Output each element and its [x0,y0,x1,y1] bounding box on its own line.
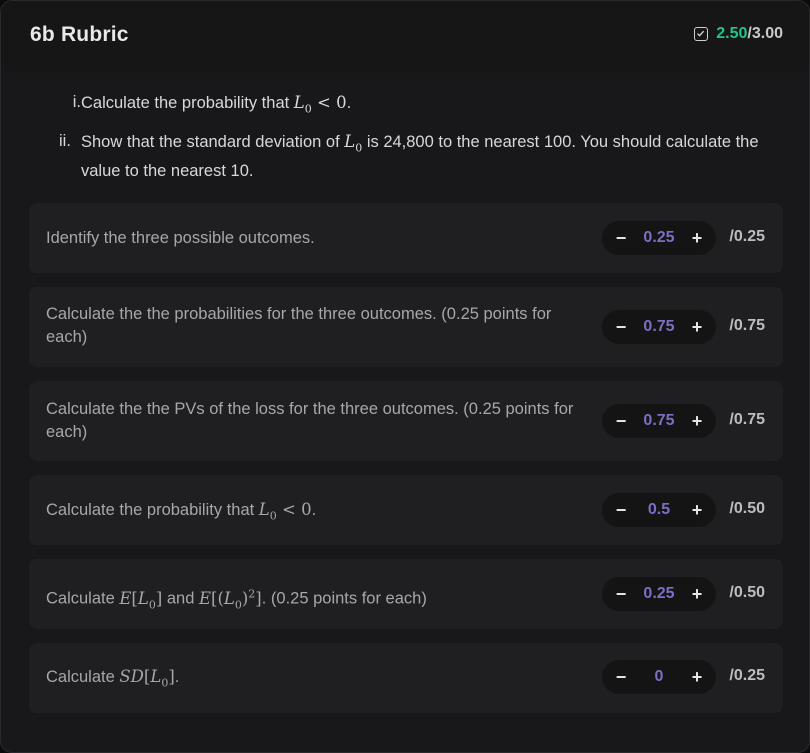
increment-button[interactable]: + [682,310,712,344]
score-value[interactable]: 0.25 [636,577,682,611]
score-max: /3.00 [747,25,783,42]
score-stepper: − 0.25 + [602,221,716,255]
rubric-item-label: Calculate the the probabilities for the … [46,305,552,346]
decrement-button[interactable]: − [606,310,636,344]
score-value[interactable]: 0.75 [636,404,682,438]
total-score: 2.50/3.00 [694,25,783,43]
score-value[interactable]: 0.25 [636,221,682,255]
decrement-button[interactable]: − [606,493,636,527]
max-points: /0.25 [729,667,765,684]
checkbox-icon [694,27,709,41]
max-points: /0.75 [729,411,765,428]
decrement-button[interactable]: − [606,577,636,611]
label-text: . (0.25 points for each) [261,589,427,608]
question-item: i. Calculate the probability that L0 < 0… [63,91,783,120]
rubric-row: Calculate E[L0] and E[(L0)2]. (0.25 poin… [29,559,783,629]
decrement-button[interactable]: − [606,221,636,255]
rubric-row: Calculate the the PVs of the loss for th… [29,381,783,461]
question-text-part: . [346,94,352,112]
math-expression: E[(L0)2] [198,587,262,611]
question-number: ii. [59,132,71,151]
label-text: . [174,668,180,686]
label-text: Calculate [46,589,120,608]
increment-button[interactable]: + [682,660,712,694]
max-points: /0.75 [729,317,765,334]
max-points: /0.50 [729,584,765,601]
math-expression: SD[L0] [119,667,175,690]
score-earned: 2.50 [716,25,748,42]
question-text-part: Calculate the probability that [81,94,294,112]
score-stepper: − 0.75 + [602,404,716,438]
label-text: and [162,589,199,608]
rubric-panel: 6b Rubric 2.50/3.00 i. Calculate the pro… [0,0,810,753]
label-text: Calculate the probability that [46,501,259,519]
question-text: Show that the standard deviation of L0 i… [81,130,783,182]
math-expression: E[L0] [119,588,163,611]
increment-button[interactable]: + [682,221,712,255]
math-expression: L0 < 0 [293,93,347,116]
increment-button[interactable]: + [682,577,712,611]
rubric-row: Calculate the the probabilities for the … [29,287,783,367]
question-item: ii. Show that the standard deviation of … [59,130,783,182]
score-stepper: − 0.5 + [602,493,716,527]
question-list: i. Calculate the probability that L0 < 0… [59,91,783,193]
label-text: . [311,501,317,519]
rubric-title: 6b Rubric [30,23,129,46]
score-value[interactable]: 0.5 [636,493,682,527]
max-points: /0.50 [729,500,765,517]
question-text: Calculate the probability that L0 < 0. [81,91,351,120]
increment-button[interactable]: + [682,493,712,527]
rubric-row: Calculate the probability that L0 < 0. −… [29,475,783,545]
score-stepper: − 0 + [602,660,716,694]
rubric-item-label: Calculate SD[L0]. [46,665,591,694]
math-expression: L0 < 0 [258,500,312,523]
rubric-item-label: Calculate E[L0] and E[(L0)2]. (0.25 poin… [46,582,591,616]
decrement-button[interactable]: − [606,404,636,438]
rubric-row: Identify the three possible outcomes. − … [29,203,783,273]
score-stepper: − 0.75 + [602,310,716,344]
rubric-header: 6b Rubric 2.50/3.00 [1,1,809,71]
max-points: /0.25 [729,228,765,245]
label-text: Calculate [46,668,120,686]
score-stepper: − 0.25 + [602,577,716,611]
score-value[interactable]: 0.75 [636,310,682,344]
rubric-item-label: Calculate the probability that L0 < 0. [46,498,591,527]
decrement-button[interactable]: − [606,660,636,694]
score-value[interactable]: 0 [636,660,682,694]
question-number: i. [72,93,81,111]
increment-button[interactable]: + [682,404,712,438]
rubric-item-label: Calculate the the PVs of the loss for th… [46,400,574,441]
rubric-item-label: Identify the three possible outcomes. [46,229,315,247]
math-expression: L0 [344,132,363,155]
rubric-row: Calculate SD[L0]. − 0 + /0.25 [29,643,783,713]
question-text-part: Show that the standard deviation of [81,133,345,152]
